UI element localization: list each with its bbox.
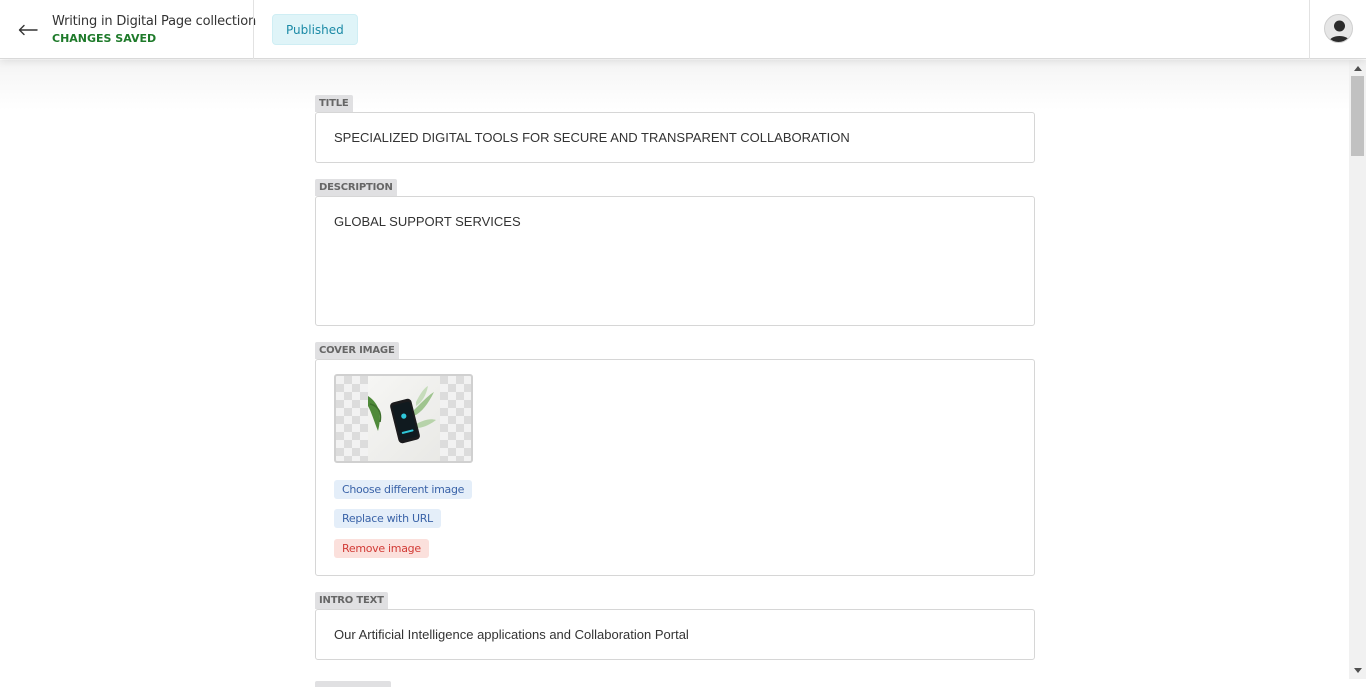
intro-text-label: INTRO TEXT (315, 592, 388, 609)
cover-actions: Choose different image Replace with URL … (334, 480, 1016, 558)
top-bar: Writing in Digital Page collection CHANG… (0, 0, 1366, 59)
cover-image-field-group: COVER IMAGE Choose different image Repla… (315, 340, 1035, 576)
cover-image-thumbnail[interactable] (334, 374, 473, 463)
scroll-up-icon (1353, 66, 1362, 71)
header-titles: Writing in Digital Page collection CHANG… (52, 14, 256, 45)
header-divider (1309, 0, 1310, 59)
title-label: TITLE (315, 95, 353, 112)
description-value: GLOBAL SUPPORT SERVICES (334, 214, 521, 229)
cover-image-label: COVER IMAGE (315, 342, 399, 359)
collection-title: Writing in Digital Page collection (52, 14, 257, 29)
description-label: DESCRIPTION (315, 179, 397, 196)
scroll-down-button[interactable] (1349, 663, 1366, 678)
next-field-group (315, 674, 1035, 692)
vertical-scrollbar[interactable] (1349, 60, 1366, 679)
save-status: CHANGES SAVED (52, 32, 157, 45)
choose-different-image-button[interactable]: Choose different image (334, 480, 473, 499)
cover-image-panel: Choose different image Replace with URL … (315, 359, 1035, 576)
description-field-group: DESCRIPTION GLOBAL SUPPORT SERVICES (315, 177, 1035, 326)
phone-plant-image (368, 386, 436, 444)
intro-text-input[interactable]: Our Artificial Intelligence applications… (315, 609, 1035, 660)
arrow-left-icon (18, 24, 38, 36)
cover-photo (368, 376, 440, 461)
remove-image-button[interactable]: Remove image (334, 539, 429, 558)
scroll-up-button[interactable] (1349, 61, 1366, 76)
header-divider (253, 0, 254, 59)
status-badge[interactable]: Published (272, 14, 358, 45)
title-value: SPECIALIZED DIGITAL TOOLS FOR SECURE AND… (334, 130, 850, 145)
title-input[interactable]: SPECIALIZED DIGITAL TOOLS FOR SECURE AND… (315, 112, 1035, 163)
replace-with-url-button[interactable]: Replace with URL (334, 509, 441, 528)
description-textarea[interactable]: GLOBAL SUPPORT SERVICES (315, 196, 1035, 326)
next-field-label (315, 681, 391, 687)
title-field-group: TITLE SPECIALIZED DIGITAL TOOLS FOR SECU… (315, 93, 1035, 163)
scroll-down-icon (1353, 668, 1362, 673)
back-button[interactable] (16, 18, 40, 42)
scroll-thumb[interactable] (1351, 76, 1364, 156)
intro-text-value: Our Artificial Intelligence applications… (334, 627, 689, 642)
intro-text-field-group: INTRO TEXT Our Artificial Intelligence a… (315, 590, 1035, 660)
editor-content: TITLE SPECIALIZED DIGITAL TOOLS FOR SECU… (0, 60, 1349, 687)
user-avatar-icon (1329, 20, 1350, 42)
user-avatar-button[interactable] (1324, 14, 1353, 43)
